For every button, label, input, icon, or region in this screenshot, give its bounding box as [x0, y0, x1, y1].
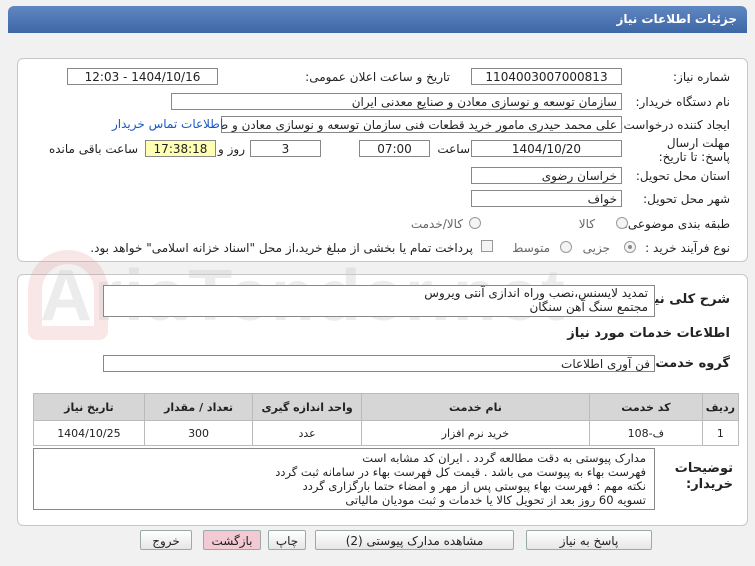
- buyer-notes-box[interactable]: مدارک پیوستی به دقت مطالعه گردد . ایران …: [33, 448, 655, 510]
- col-qty-header: تعداد / مقدار: [143, 393, 254, 421]
- back-button[interactable]: بازگشت: [203, 530, 261, 550]
- window-title-bar: جزئیات اطلاعات نیاز: [8, 6, 747, 33]
- treasury-payment-note: پرداخت تمام یا بخشی از مبلغ خرید،از محل …: [90, 241, 473, 255]
- process-medium-radio[interactable]: [560, 241, 572, 253]
- summary-line: مجتمع سنگ آهن سنگان: [529, 300, 648, 314]
- service-group-field[interactable]: فن آوری اطلاعات: [103, 355, 655, 372]
- buyer-org-field[interactable]: سازمان توسعه و نوسازی معادن و صنایع معدن…: [171, 93, 622, 110]
- days-label: روز و: [218, 142, 245, 156]
- summary-box[interactable]: تمدید لایسنس،نصب وراه اندازی آنتی ویروس …: [103, 285, 655, 317]
- deadline-label: مهلت ارسال پاسخ: تا تاریخ:: [658, 136, 730, 164]
- col-name-header: نام خدمت: [360, 393, 590, 421]
- cell-qty: 300: [143, 420, 254, 446]
- announce-label: تاریخ و ساعت اعلان عمومی:: [305, 70, 450, 84]
- category-goods-radio[interactable]: [616, 217, 628, 229]
- col-unit-header: واحد اندازه گیری: [252, 393, 362, 421]
- province-label: استان محل تحویل:: [635, 169, 730, 183]
- remaining-time-field: 17:38:18: [145, 140, 216, 157]
- view-attachments-button[interactable]: مشاهده مدارک پیوستی (2): [315, 530, 514, 550]
- province-field[interactable]: خراسان رضوی: [471, 167, 622, 184]
- category-goods-service-label: کالا/خدمت: [410, 217, 463, 231]
- cell-name: خرید نرم افزار: [360, 420, 590, 446]
- table-row[interactable]: 1 ف-108 خرید نرم افزار عدد 300 1404/10/2…: [33, 420, 740, 446]
- page-title: جزئیات اطلاعات نیاز: [616, 12, 737, 26]
- process-medium-label: متوسط: [512, 241, 550, 255]
- exit-button[interactable]: خروج: [140, 530, 192, 550]
- deadline-date-field[interactable]: 1404/10/20: [471, 140, 622, 157]
- service-group-label: گروه خدمت:: [650, 356, 730, 371]
- buyer-org-label: نام دستگاه خریدار:: [635, 95, 731, 109]
- notes-line: مدارک پیوستی به دقت مطالعه گردد . ایران …: [362, 451, 646, 465]
- category-label: طبقه بندی موضوعی:: [623, 217, 730, 231]
- notes-line: تسویه 60 روز بعد از تحویل کالا یا خدمات …: [345, 493, 646, 507]
- summary-line: تمدید لایسنس،نصب وراه اندازی آنتی ویروس: [424, 286, 648, 300]
- col-code-header: کد خدمت: [588, 393, 703, 421]
- process-minor-radio[interactable]: [624, 241, 636, 253]
- city-field[interactable]: خواف: [471, 190, 622, 207]
- contact-buyer-link[interactable]: اطلاعات تماس خریدار: [112, 117, 223, 131]
- table-header-row: ردیف کد خدمت نام خدمت واحد اندازه گیری ت…: [33, 393, 740, 421]
- cell-code: ف-108: [588, 420, 703, 446]
- need-number-field[interactable]: 1104003007000813: [471, 68, 622, 85]
- days-field[interactable]: 3: [250, 140, 321, 157]
- city-label: شهر محل تحویل:: [643, 192, 730, 206]
- creator-label: ایجاد کننده درخواست:: [619, 118, 730, 132]
- announce-datetime-field[interactable]: 1404/10/16 - 12:03: [67, 68, 218, 85]
- need-number-label: شماره نیاز:: [673, 70, 730, 84]
- process-label: نوع فرآیند خرید :: [645, 241, 730, 255]
- reply-button[interactable]: پاسخ به نیاز: [526, 530, 652, 550]
- remaining-label: ساعت باقی مانده: [48, 142, 138, 156]
- services-table: ردیف کد خدمت نام خدمت واحد اندازه گیری ت…: [33, 393, 740, 446]
- services-section-title: اطلاعات خدمات مورد نیاز: [567, 326, 730, 341]
- notes-line: نکته مهم : فهرست بهاء پیوستی پس از مهر و…: [302, 479, 646, 493]
- print-button[interactable]: چاپ: [268, 530, 306, 550]
- cell-date: 1404/10/25: [33, 420, 145, 446]
- deadline-time-field[interactable]: 07:00: [359, 140, 430, 157]
- buyer-notes-label: توضیحات خریدار:: [674, 461, 733, 492]
- notes-line: فهرست بهاء به پیوست می باشد . قیمت کل فه…: [275, 465, 646, 479]
- category-goods-label: کالا: [578, 217, 595, 231]
- cell-unit: عدد: [252, 420, 362, 446]
- cell-row: 1: [701, 420, 740, 446]
- col-row-header: ردیف: [701, 393, 740, 421]
- category-goods-service-radio[interactable]: [469, 217, 481, 229]
- deadline-time-label: ساعت: [437, 142, 470, 156]
- creator-field[interactable]: علی محمد حیدری مامور خرید قطعات فنی سازم…: [221, 116, 622, 133]
- process-minor-label: جزیی: [582, 241, 610, 255]
- treasury-payment-checkbox[interactable]: [481, 240, 493, 252]
- col-date-header: تاریخ نیاز: [33, 393, 145, 421]
